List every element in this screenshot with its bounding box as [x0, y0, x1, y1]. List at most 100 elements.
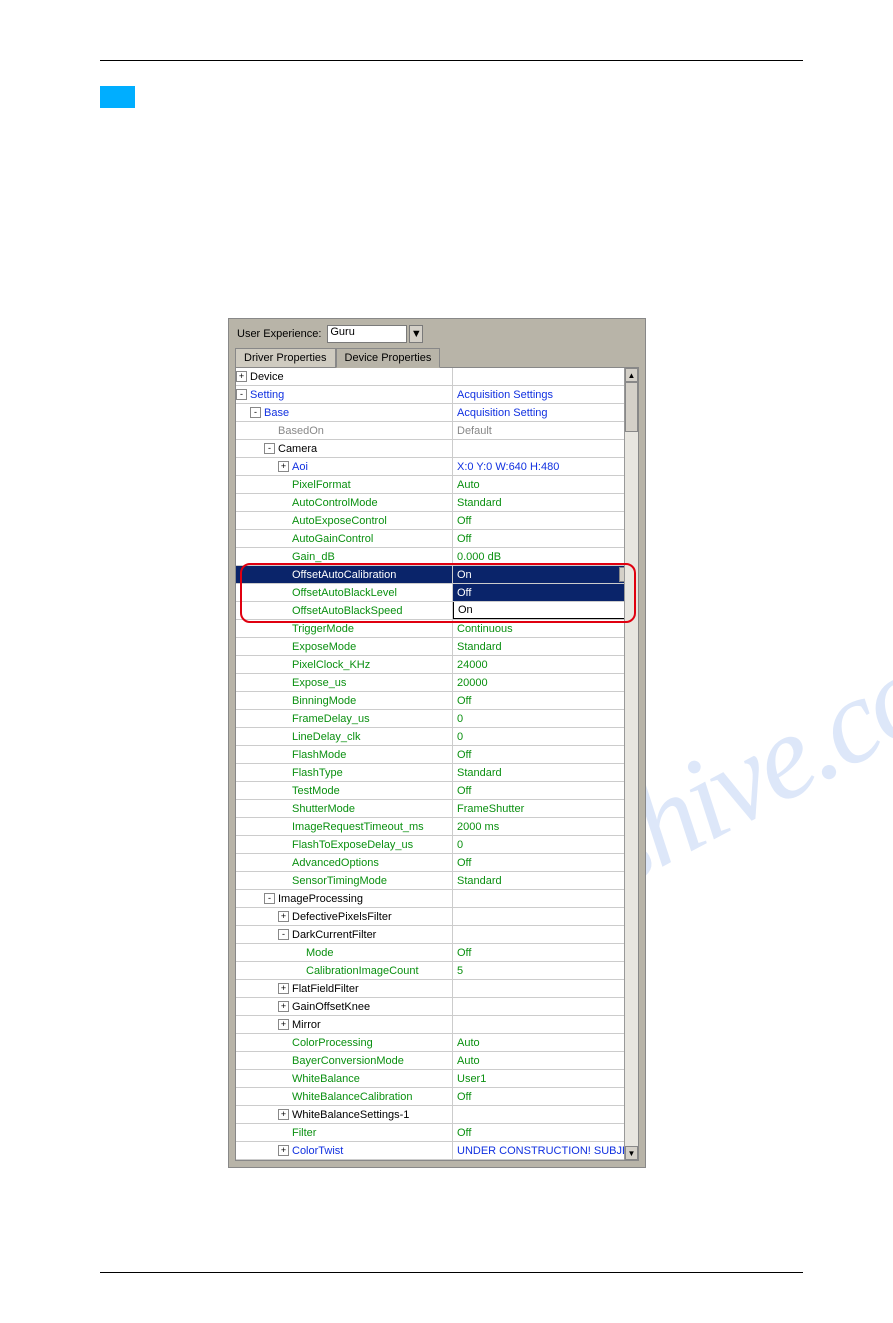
property-row[interactable]: +AoiX:0 Y:0 W:640 H:480 — [236, 458, 638, 476]
property-value-cell[interactable]: Off — [453, 854, 638, 871]
property-row[interactable]: AdvancedOptionsOff — [236, 854, 638, 872]
property-name-cell[interactable]: Mode — [236, 944, 453, 961]
property-value-cell[interactable]: Auto — [453, 1052, 638, 1069]
property-name-cell[interactable]: FrameDelay_us — [236, 710, 453, 727]
property-row[interactable]: Expose_us20000 — [236, 674, 638, 692]
property-row[interactable]: OffsetAutoBlackSpeedOn — [236, 602, 638, 620]
expand-icon[interactable]: + — [278, 1109, 289, 1120]
collapse-icon[interactable]: - — [264, 893, 275, 904]
property-row[interactable]: ExposeModeStandard — [236, 638, 638, 656]
property-value-cell[interactable] — [453, 908, 638, 925]
property-row[interactable]: -SettingAcquisition Settings — [236, 386, 638, 404]
property-name-cell[interactable]: PixelFormat — [236, 476, 453, 493]
property-name-cell[interactable]: ShutterMode — [236, 800, 453, 817]
property-value-cell[interactable]: Acquisition Settings — [453, 386, 638, 403]
property-row[interactable]: +ColorTwistUNDER CONSTRUCTION! SUBJECT T… — [236, 1142, 638, 1160]
expand-icon[interactable]: + — [278, 461, 289, 472]
property-name-cell[interactable]: OffsetAutoBlackSpeed — [236, 602, 453, 619]
expand-icon[interactable]: + — [236, 371, 247, 382]
property-row[interactable]: ColorProcessingAuto — [236, 1034, 638, 1052]
property-row[interactable]: Gain_dB0.000 dB — [236, 548, 638, 566]
property-row[interactable]: FlashTypeStandard — [236, 764, 638, 782]
property-name-cell[interactable]: FlashType — [236, 764, 453, 781]
property-value-cell[interactable] — [453, 980, 638, 997]
property-row[interactable]: FilterOff — [236, 1124, 638, 1142]
property-name-cell[interactable]: -Camera — [236, 440, 453, 457]
property-name-cell[interactable]: LineDelay_clk — [236, 728, 453, 745]
property-name-cell[interactable]: Expose_us — [236, 674, 453, 691]
property-row[interactable]: +Device — [236, 368, 638, 386]
property-name-cell[interactable]: +DefectivePixelsFilter — [236, 908, 453, 925]
property-row[interactable]: ImageRequestTimeout_ms2000 ms — [236, 818, 638, 836]
property-value-cell[interactable]: UNDER CONSTRUCTION! SUBJECT TO — [453, 1142, 638, 1159]
property-row[interactable]: OffsetAutoCalibrationOn▼ — [236, 566, 638, 584]
property-value-cell[interactable]: On — [453, 602, 638, 619]
property-row[interactable]: +Mirror — [236, 1016, 638, 1034]
property-row[interactable]: WhiteBalanceCalibrationOff — [236, 1088, 638, 1106]
property-value-cell[interactable]: Standard — [453, 638, 638, 655]
property-row[interactable]: ShutterModeFrameShutter — [236, 800, 638, 818]
property-row[interactable]: CalibrationImageCount5 — [236, 962, 638, 980]
collapse-icon[interactable]: - — [278, 929, 289, 940]
property-value-cell[interactable]: Standard — [453, 764, 638, 781]
tab-device-properties[interactable]: Device Properties — [336, 348, 441, 368]
tab-driver-properties[interactable]: Driver Properties — [235, 348, 336, 368]
property-value-cell[interactable]: Off — [453, 530, 638, 547]
property-value-cell[interactable]: FrameShutter — [453, 800, 638, 817]
property-value-cell[interactable]: 2000 ms — [453, 818, 638, 835]
property-value-cell[interactable]: X:0 Y:0 W:640 H:480 — [453, 458, 638, 475]
property-value-cell[interactable]: Auto — [453, 1034, 638, 1051]
vertical-scrollbar[interactable]: ▲ ▼ — [624, 368, 638, 1160]
property-row[interactable]: BasedOnDefault — [236, 422, 638, 440]
expand-icon[interactable]: + — [278, 911, 289, 922]
property-name-cell[interactable]: ImageRequestTimeout_ms — [236, 818, 453, 835]
property-value-cell[interactable] — [453, 1106, 638, 1123]
property-value-cell[interactable]: 0 — [453, 836, 638, 853]
property-row[interactable]: FrameDelay_us0 — [236, 710, 638, 728]
property-name-cell[interactable]: WhiteBalanceCalibration — [236, 1088, 453, 1105]
property-row[interactable]: TriggerModeContinuous — [236, 620, 638, 638]
property-name-cell[interactable]: -DarkCurrentFilter — [236, 926, 453, 943]
property-name-cell[interactable]: BinningMode — [236, 692, 453, 709]
property-row[interactable]: OffsetAutoBlackLevelOff — [236, 584, 638, 602]
property-name-cell[interactable]: +GainOffsetKnee — [236, 998, 453, 1015]
property-row[interactable]: AutoControlModeStandard — [236, 494, 638, 512]
property-name-cell[interactable]: OffsetAutoCalibration — [236, 566, 453, 583]
property-name-cell[interactable]: ColorProcessing — [236, 1034, 453, 1051]
property-value-cell[interactable]: On▼ — [453, 566, 638, 583]
property-name-cell[interactable]: AutoExposeControl — [236, 512, 453, 529]
property-row[interactable]: PixelClock_KHz24000 — [236, 656, 638, 674]
property-row[interactable]: +GainOffsetKnee — [236, 998, 638, 1016]
property-value-cell[interactable]: Standard — [453, 872, 638, 889]
property-value-cell[interactable]: Off — [453, 746, 638, 763]
property-value-cell[interactable]: Off — [453, 512, 638, 529]
property-row[interactable]: FlashModeOff — [236, 746, 638, 764]
property-row[interactable]: AutoExposeControlOff — [236, 512, 638, 530]
property-name-cell[interactable]: FlashToExposeDelay_us — [236, 836, 453, 853]
property-value-cell[interactable]: Off — [453, 1088, 638, 1105]
property-name-cell[interactable]: TestMode — [236, 782, 453, 799]
property-row[interactable]: SensorTimingModeStandard — [236, 872, 638, 890]
property-name-cell[interactable]: +FlatFieldFilter — [236, 980, 453, 997]
property-value-cell[interactable]: Off — [453, 584, 638, 601]
property-value-cell[interactable] — [453, 440, 638, 457]
property-name-cell[interactable]: +ColorTwist — [236, 1142, 453, 1159]
property-value-cell[interactable] — [453, 1016, 638, 1033]
property-name-cell[interactable]: FlashMode — [236, 746, 453, 763]
property-name-cell[interactable]: +Mirror — [236, 1016, 453, 1033]
property-name-cell[interactable]: +WhiteBalanceSettings-1 — [236, 1106, 453, 1123]
property-value-cell[interactable] — [453, 890, 638, 907]
property-name-cell[interactable]: ExposeMode — [236, 638, 453, 655]
property-name-cell[interactable]: -Base — [236, 404, 453, 421]
property-row[interactable]: -ImageProcessing — [236, 890, 638, 908]
property-name-cell[interactable]: AutoControlMode — [236, 494, 453, 511]
property-value-cell[interactable]: Off — [453, 782, 638, 799]
property-row[interactable]: +FlatFieldFilter — [236, 980, 638, 998]
property-value-cell[interactable]: 20000 — [453, 674, 638, 691]
property-name-cell[interactable]: WhiteBalance — [236, 1070, 453, 1087]
property-value-cell[interactable] — [453, 368, 638, 385]
expand-icon[interactable]: + — [278, 1145, 289, 1156]
property-name-cell[interactable]: -ImageProcessing — [236, 890, 453, 907]
user-experience-select[interactable]: Guru — [327, 325, 407, 343]
property-name-cell[interactable]: -Setting — [236, 386, 453, 403]
